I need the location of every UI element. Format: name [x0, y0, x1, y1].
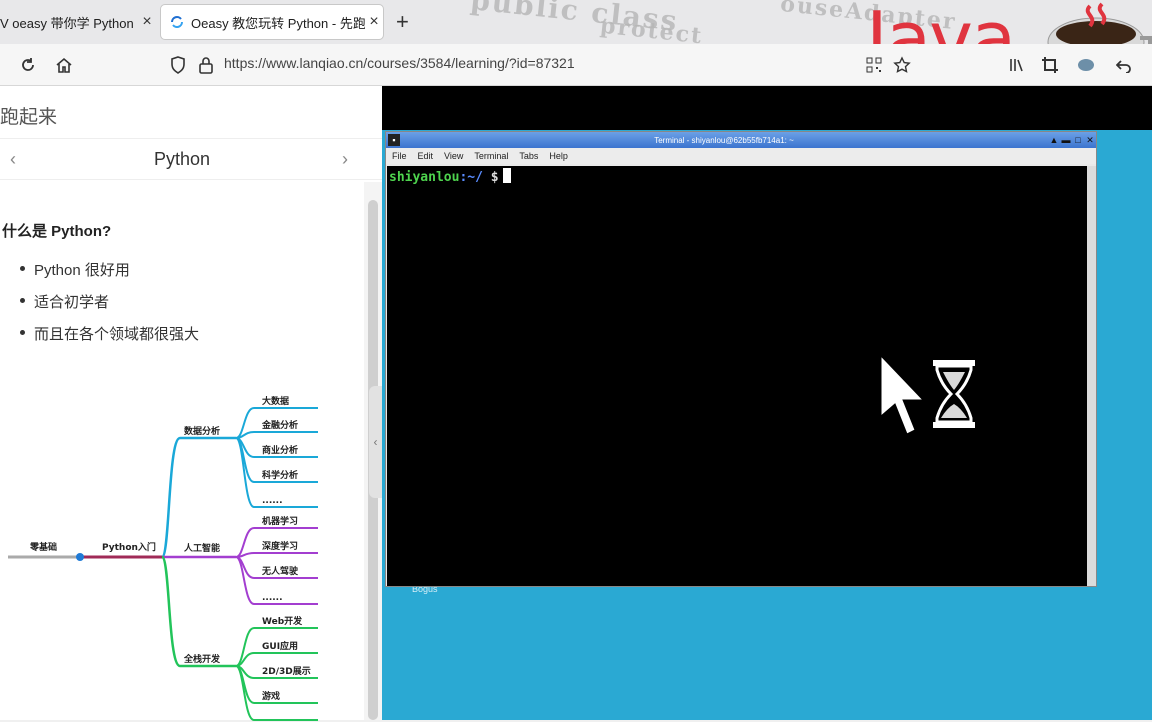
- window-menu-icon[interactable]: ▲: [1048, 134, 1060, 146]
- prompt-user: shiyanlou: [389, 170, 460, 185]
- tab-title: V oeasy 带你学 Python: [0, 15, 134, 31]
- bullet-list: Python 很好用 适合初学者 而且在各个领域都很强大: [2, 259, 199, 344]
- screenshot-button[interactable]: [1038, 53, 1062, 77]
- mindmap-leaf-label: 金融分析: [261, 419, 298, 431]
- menu-tabs[interactable]: Tabs: [519, 151, 538, 161]
- terminal-menubar: File Edit View Terminal Tabs Help: [386, 148, 1096, 164]
- mindmap-leaf-label: ......: [262, 593, 283, 603]
- chevron-right-icon[interactable]: ›: [342, 149, 348, 170]
- mindmap-leaf-label: 深度学习: [262, 540, 298, 552]
- shield-icon: [171, 56, 185, 74]
- list-item: 适合初学者: [20, 291, 199, 312]
- crop-icon: [1042, 57, 1058, 73]
- close-tab-icon[interactable]: ×: [138, 13, 156, 31]
- mindmap-root-node: [76, 553, 84, 561]
- tracking-protection-icon[interactable]: [166, 53, 190, 77]
- terminal-title: Terminal - shiyanlou@62b55fb714a1: ~: [654, 135, 794, 145]
- terminal-app-icon: ▪: [388, 134, 400, 146]
- menu-edit[interactable]: Edit: [418, 151, 434, 161]
- mindmap-leaf-label: 大数据: [262, 395, 289, 407]
- prompt-symbol: $: [490, 170, 499, 185]
- bookmark-button[interactable]: [890, 53, 914, 77]
- background-code-text: protect: [598, 12, 705, 44]
- site-security-icon[interactable]: [194, 53, 218, 77]
- text-cursor: [502, 168, 511, 183]
- chevron-left-icon: ‹: [373, 435, 378, 449]
- mindmap-leaf-label: 游戏: [262, 690, 280, 702]
- home-icon: [56, 57, 72, 73]
- extension-button[interactable]: [1074, 53, 1098, 77]
- address-bar: https://www.lanqiao.cn/courses/3584/lear…: [0, 44, 1152, 86]
- chapter-title: Python: [153, 149, 211, 169]
- java-logo: Java: [866, 0, 1016, 44]
- reload-button[interactable]: [16, 53, 40, 77]
- mindmap-leaf-label: 科学分析: [262, 469, 298, 481]
- minimize-icon[interactable]: ▬: [1060, 134, 1072, 146]
- collapse-panel-handle[interactable]: ‹: [369, 386, 382, 498]
- library-icon: [1010, 59, 1023, 72]
- undo-button[interactable]: [1112, 53, 1136, 77]
- star-icon: [893, 56, 911, 73]
- python-mindmap-diagram: 零基础 Python入门 数据分析 大数据 金融分析 商业分析 科学分析 ...…: [8, 395, 318, 721]
- close-icon[interactable]: ✕: [1084, 134, 1096, 146]
- tab-lanqiao-course[interactable]: Oeasy 教您玩转 Python - 先跑 ×: [160, 4, 384, 40]
- section-heading: 什么是 Python?: [2, 223, 112, 240]
- library-button[interactable]: [1004, 53, 1028, 77]
- new-tab-icon[interactable]: +: [396, 9, 409, 35]
- virtual-desktop: Bogus ▪ Terminal - shiyanlou@62b55fb714a…: [382, 86, 1152, 720]
- lesson-content: 什么是 Python? Python 很好用 适合初学者 而且在各个领域都很强大: [2, 220, 199, 355]
- shell-prompt: shiyanlou:~/ $: [389, 168, 511, 185]
- mindmap-leaf-label: 商业分析: [262, 444, 298, 456]
- mindmap-leaf-label: 无人驾驶: [261, 565, 299, 577]
- list-item: 而且在各个领域都很强大: [20, 323, 199, 344]
- menu-view[interactable]: View: [444, 151, 463, 161]
- mindmap-leaf-label: 2D/3D展示: [262, 666, 311, 677]
- chapter-nav: ‹ Python ›: [0, 138, 382, 180]
- mindmap-branch-label: 人工智能: [183, 542, 220, 554]
- mindmap-leaf-label: ......: [262, 496, 283, 506]
- busy-pointer-icon: [880, 354, 975, 435]
- tab-title: Oeasy 教您玩转 Python - 先跑: [191, 15, 365, 31]
- home-button[interactable]: [52, 53, 76, 77]
- list-item: Python 很好用: [20, 259, 199, 280]
- prompt-path: :~/: [459, 170, 483, 185]
- course-page: 跑起来 ‹ Python › 什么是 Python? Python 很好用 适合…: [0, 86, 382, 721]
- reload-icon: [22, 58, 34, 71]
- close-tab-icon[interactable]: ×: [365, 13, 383, 31]
- maximize-icon[interactable]: □: [1072, 134, 1084, 146]
- mindmap-center-label: Python入门: [102, 541, 156, 553]
- lanqiao-favicon-icon: [171, 16, 183, 28]
- mindmap-branch-label: 全栈开发: [183, 653, 221, 665]
- java-coffee-cup-icon: [1047, 2, 1152, 44]
- mindmap-leaf-label: Web开发: [262, 615, 303, 627]
- undo-arrow-icon: [1116, 60, 1131, 73]
- menu-help[interactable]: Help: [549, 151, 568, 161]
- mindmap-leaf-label: 机器学习: [262, 515, 298, 527]
- terminal-titlebar[interactable]: ▪ Terminal - shiyanlou@62b55fb714a1: ~ ▲…: [386, 132, 1096, 148]
- tab-strip: public class protect ouseAdapter V oeasy…: [0, 0, 1152, 44]
- menu-terminal[interactable]: Terminal: [474, 151, 508, 161]
- course-title: 跑起来: [0, 107, 58, 128]
- desktop-top-band: [382, 86, 1152, 130]
- tab-oeasy-python[interactable]: V oeasy 带你学 Python ×: [0, 4, 156, 40]
- lock-icon: [199, 57, 213, 74]
- url-field[interactable]: https://www.lanqiao.cn/courses/3584/lear…: [224, 55, 575, 71]
- terminal-window[interactable]: ▪ Terminal - shiyanlou@62b55fb714a1: ~ ▲…: [385, 131, 1097, 587]
- terminal-scrollbar[interactable]: [1087, 166, 1096, 586]
- qr-code-button[interactable]: [862, 53, 886, 77]
- mindmap-leaf-label: GUI应用: [262, 640, 298, 652]
- mindmap-branch-label: 数据分析: [184, 425, 220, 437]
- menu-file[interactable]: File: [392, 151, 407, 161]
- mindmap-root-label: 零基础: [29, 541, 57, 553]
- qr-code-icon: [866, 57, 882, 73]
- extension-icon: [1078, 59, 1094, 71]
- terminal-screen[interactable]: shiyanlou:~/ $: [387, 166, 1087, 586]
